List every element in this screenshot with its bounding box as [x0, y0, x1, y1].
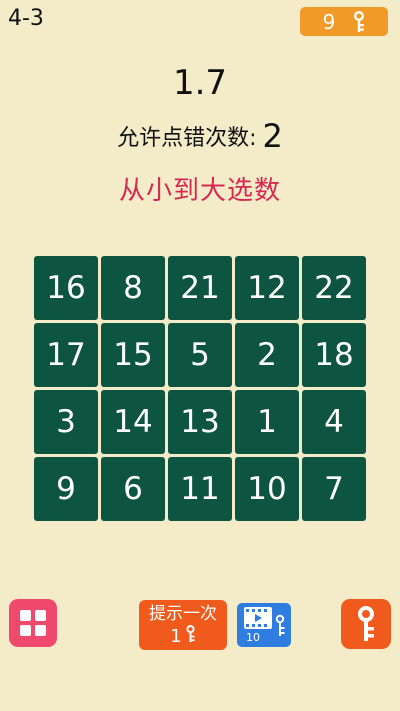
number-grid: 16 8 21 12 22 17 15 5 2 18 3 14 13 1 4 9…: [34, 256, 366, 521]
grid-cell[interactable]: 15: [101, 323, 165, 387]
grid-cell[interactable]: 17: [34, 323, 98, 387]
grid-cell[interactable]: 8: [101, 256, 165, 320]
grid-cell[interactable]: 6: [101, 457, 165, 521]
key-icon: [185, 625, 196, 649]
timer: 1.7: [172, 63, 228, 103]
hint-button[interactable]: 提示一次 1: [139, 600, 227, 650]
grid-cell[interactable]: 14: [101, 390, 165, 454]
grid-cell[interactable]: 21: [168, 256, 232, 320]
grid-cell[interactable]: 3: [34, 390, 98, 454]
grid-cell[interactable]: 16: [34, 256, 98, 320]
video-reward-count: 10: [246, 631, 260, 644]
grid-cell[interactable]: 13: [168, 390, 232, 454]
grid-cell[interactable]: 11: [168, 457, 232, 521]
hint-cost: 1: [139, 625, 227, 649]
key-count: 9: [322, 9, 336, 34]
level-indicator: 4-3: [8, 6, 44, 31]
grid-cell[interactable]: 10: [235, 457, 299, 521]
hint-label: 提示一次: [149, 604, 217, 624]
grid-menu-icon: [18, 608, 48, 638]
allowed-errors-value: 2: [262, 117, 283, 155]
key-count-badge[interactable]: 9: [300, 7, 388, 36]
menu-button[interactable]: [9, 599, 57, 647]
grid-cell[interactable]: 12: [235, 256, 299, 320]
key-icon: [353, 10, 365, 33]
allowed-errors-label: 允许点错次数:: [117, 126, 257, 151]
grid-cell[interactable]: 22: [302, 256, 366, 320]
grid-cell[interactable]: 18: [302, 323, 366, 387]
grid-cell[interactable]: 7: [302, 457, 366, 521]
grid-cell[interactable]: 2: [235, 323, 299, 387]
watch-video-button[interactable]: 10: [237, 603, 291, 647]
key-button[interactable]: [341, 599, 391, 649]
instruction-text: 从小到大选数: [118, 176, 281, 206]
key-icon: [355, 606, 377, 642]
allowed-errors: 允许点错次数: 2: [0, 117, 400, 155]
hint-cost-value: 1: [170, 626, 182, 647]
grid-cell[interactable]: 5: [168, 323, 232, 387]
grid-cell[interactable]: 4: [302, 390, 366, 454]
grid-cell[interactable]: 9: [34, 457, 98, 521]
grid-cell[interactable]: 1: [235, 390, 299, 454]
